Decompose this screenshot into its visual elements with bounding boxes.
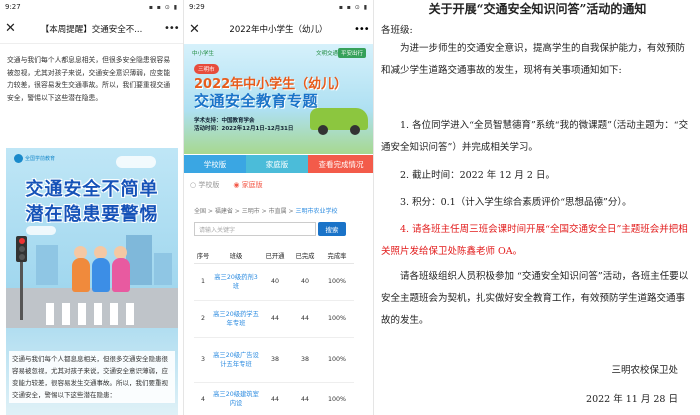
close-icon[interactable]: ✕ (189, 22, 203, 37)
notice-title: 关于开展“交通安全知识问答”活动的通知 (428, 2, 647, 16)
banner-support: 学术支持：中国教育学会 (194, 118, 255, 124)
poster-headline-1: 交通安全不简单 (25, 179, 159, 200)
notice-item-4: 4. 请各班主任周三班会课时间开展“全国交通安全日”主题班会并把相关照片发给保卫… (381, 224, 688, 257)
search-input[interactable]: 请输入关键字 (194, 222, 316, 236)
breadcrumb: 全国 > 福建省 > 三明市 > 市直属 > 三明市农业学校 (194, 208, 338, 215)
tab-family[interactable]: 家庭版 (246, 155, 308, 173)
poster-logo: 全国学前教育 (14, 154, 55, 163)
completion-table: 序号 班级 已开通 已完成 完成率 1 高三20级药剂3班 40 40 100%… (194, 249, 354, 415)
notice-item-2: 2. 截止时间：2022 年 12 月 2 日。 (400, 170, 555, 181)
article-title: 【本周提醒】交通安全不... (40, 24, 143, 35)
edition-tabs: 学校版 家庭版 查看完成情况 (184, 155, 373, 173)
topic-title: 2022年中小学生（幼儿） (229, 25, 328, 35)
status-time: 9:27 (5, 3, 21, 11)
phone-article-screen: 9:27 ▪ ▪ ⊙ ▮ ✕ 【本周提醒】交通安全不... ••• 交通与我们每… (0, 0, 184, 415)
more-icon[interactable]: ••• (354, 24, 370, 35)
search-button[interactable]: 搜索 (318, 222, 346, 236)
screenshot-collage: 9:27 ▪ ▪ ⊙ ▮ ✕ 【本周提醒】交通安全不... ••• 交通与我们每… (0, 0, 700, 415)
table-header: 序号 班级 已开通 已完成 完成率 (194, 249, 354, 264)
notice-signature: 三明农校保卫处 (611, 365, 678, 376)
traffic-safety-poster: 全国学前教育 交通安全不简单 潜在隐患要警惕 交通与我们每个人都息息相关，但很多… (6, 148, 178, 415)
banner-title-2: 交通安全教育专题 (194, 92, 319, 110)
banner-brand-1: 中小学生 (192, 51, 215, 57)
table-row: 2 高三20级药学五年专班 44 44 100% (194, 300, 354, 338)
notice-paragraph-2: 请各班级组织人员积极参加 “交通安全知识问答”活动，各班主任要以安全主题班会为契… (381, 271, 689, 326)
radio-family[interactable]: ◉ 家庭版 (233, 180, 262, 190)
class-link[interactable]: 高三20级建筑室内设 (212, 382, 260, 415)
traffic-light-icon (16, 236, 27, 262)
class-link[interactable]: 高三20级广告设计五年专班 (212, 337, 260, 383)
status-bar: 9:29 ▪ ▪ ⊙ ▮ (184, 0, 373, 14)
article-intro: 交通与我们每个人都息息相关，但很多安全隐患很容易被忽视，尤其对孩子来说，交通安全… (7, 56, 171, 102)
notice-item-1: 1. 各位同学进入“全员智慧德育”系统“我的微课题”（活动主题为：“交通安全知识… (381, 120, 689, 153)
notice-paragraph-1: 为进一步师生的交通安全意识，提高学生的自我保护能力，有效预防和减少学生道路交通事… (381, 43, 686, 76)
status-time: 9:29 (189, 3, 205, 11)
class-link[interactable]: 高三20级药剂3班 (212, 263, 260, 301)
topic-banner: 中小学生 文明交通 平安出行 三明市 2022年中小学生（幼儿） 交通安全教育专… (184, 44, 373, 154)
tab-school[interactable]: 学校版 (184, 155, 246, 173)
notice-date: 2022 年 11 月 28 日 (586, 394, 678, 405)
table-row: 3 高三20级广告设计五年专班 38 38 100% (194, 337, 354, 383)
logo-icon (14, 154, 23, 163)
topic-nav-bar: ✕ 2022年中小学生（幼儿） ••• (184, 14, 373, 44)
banner-brand-3: 平安出行 (337, 48, 366, 58)
road-illustration (6, 288, 178, 328)
banner-brand-2: 文明交通 (315, 51, 338, 57)
banner-date: 活动时间：2022年12月1日-12月31日 (194, 126, 294, 132)
notice-document: 关于开展“交通安全知识问答”活动的通知 各班级: 为进一步师生的交通安全意识，提… (375, 0, 700, 415)
poster-headline-2: 潜在隐患要警惕 (25, 204, 159, 225)
class-link[interactable]: 高三20级药学五年专班 (212, 300, 260, 338)
status-icons: ▪ ▪ ⊙ ▮ (148, 3, 178, 11)
edition-radio-group: ○ 学校版 ◉ 家庭版 (190, 180, 263, 190)
tab-completion[interactable]: 查看完成情况 (308, 155, 373, 173)
close-icon[interactable]: ✕ (5, 21, 19, 36)
phone-topic-screen: 9:29 ▪ ▪ ⊙ ▮ ✕ 2022年中小学生（幼儿） ••• 中小学生 文明… (184, 0, 374, 415)
radio-school[interactable]: ○ 学校版 (190, 180, 219, 190)
status-bar: 9:27 ▪ ▪ ⊙ ▮ (0, 0, 183, 14)
table-row: 1 高三20级药剂3班 40 40 100% (194, 263, 354, 301)
car-icon (310, 108, 368, 135)
more-icon[interactable]: ••• (164, 23, 180, 34)
notice-item-3: 3. 积分：0.1（计入学生综合素质评价“思想品德”分）。 (400, 197, 632, 208)
status-icons: ▪ ▪ ⊙ ▮ (338, 3, 368, 11)
notice-recipients: 各班级: (381, 25, 413, 36)
article-nav-bar: ✕ 【本周提醒】交通安全不... ••• (0, 14, 183, 44)
poster-caption: 交通与我们每个人都息息相关，但很多交通安全隐患很容易被忽视，尤其对孩子来说，交通… (9, 351, 175, 403)
table-row: 4 高三20级建筑室内设 44 44 100% (194, 382, 354, 415)
